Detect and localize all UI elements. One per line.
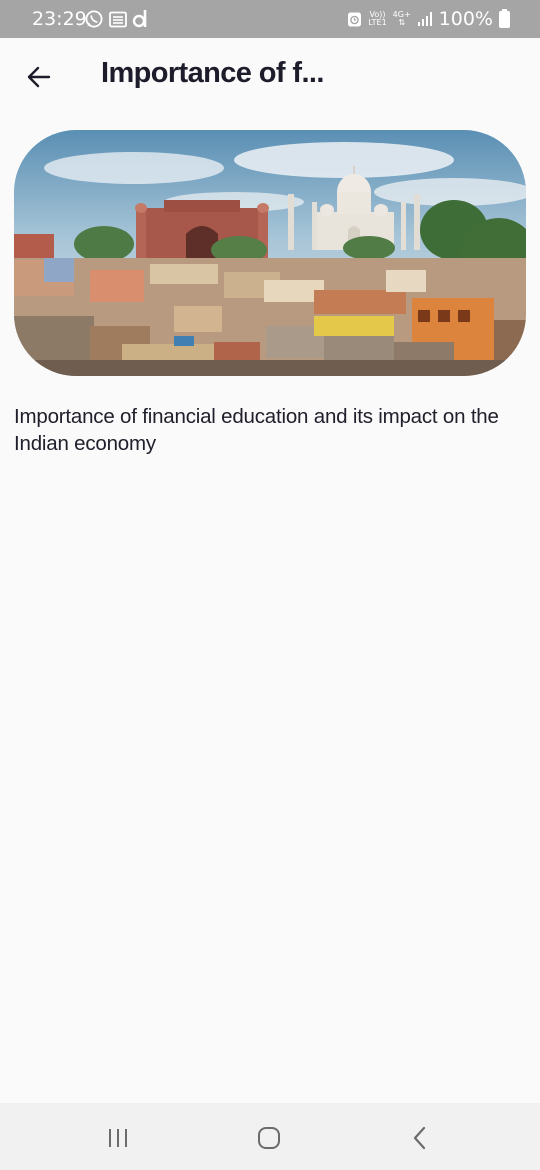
home-icon [258,1127,280,1149]
hero-image [14,130,526,376]
arrow-left-icon [27,66,51,88]
system-icons: Vo)) LTE1 4G+ ⇅ 100% [347,8,510,30]
battery-icon [499,8,510,28]
data-arrows-icon: ⇅ [398,18,406,27]
network-indicator: Vo)) LTE1 [368,11,386,27]
status-bar: 23:29 Vo)) LTE1 4G+ ⇅ 100% [0,0,540,38]
status-time: 23:29 [32,8,87,30]
battery-percent: 100% [438,8,493,30]
recent-apps-button[interactable] [98,1121,138,1155]
d-app-icon [132,10,147,28]
article-description: Importance of financial education and it… [14,405,499,455]
nav-back-button[interactable] [400,1121,440,1155]
lte-label: LTE1 [368,18,387,27]
system-nav-bar [0,1103,540,1170]
home-button[interactable] [249,1121,289,1155]
signal-type-indicator: 4G+ ⇅ [393,11,411,27]
notification-icons [84,9,148,29]
recent-apps-icon [109,1129,127,1147]
whatsapp-icon [85,10,103,28]
back-button[interactable] [22,60,56,94]
page-title: Importance of f... [101,57,324,89]
alarm-icon [348,12,362,26]
back-icon [413,1126,426,1150]
app-bar: Importance of f... [0,38,540,116]
sim-card-icon [109,11,127,27]
taj-mahal-city-illustration [14,130,526,376]
signal-icon [417,12,432,26]
